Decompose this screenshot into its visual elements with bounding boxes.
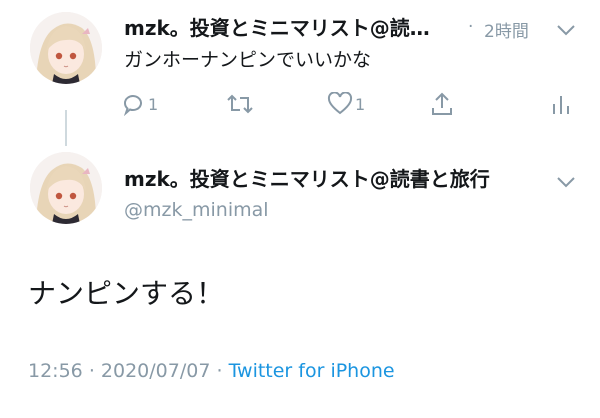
chevron-down-icon[interactable]: [556, 24, 576, 36]
analytics-icon: [553, 96, 569, 114]
tweet-time[interactable]: 12:56: [28, 360, 83, 382]
analytics-button[interactable]: [551, 92, 571, 116]
retweet-icon: [227, 94, 253, 114]
avatar-image: [30, 12, 102, 84]
avatar-image: [30, 152, 102, 224]
avatar[interactable]: [30, 12, 102, 84]
tweet-1-display-name[interactable]: mzk。投資とミニマリスト@読…: [124, 14, 430, 42]
tweet-1-separator: ·: [468, 17, 474, 37]
like-count: 1: [355, 94, 366, 114]
tweet-source-link[interactable]: Twitter for iPhone: [229, 360, 395, 382]
meta-separator: ·: [216, 360, 223, 382]
like-icon: [327, 92, 353, 115]
chevron-down-icon[interactable]: [556, 176, 576, 188]
share-icon: [432, 92, 452, 115]
reply-count: 1: [148, 94, 159, 114]
thread-connector-line: [65, 110, 67, 146]
tweet-2-handle[interactable]: @mzk_minimal: [124, 197, 269, 223]
tweet-2-text: ナンピンする！: [28, 277, 225, 310]
share-button[interactable]: [430, 91, 454, 117]
reply-icon: [123, 95, 142, 116]
tweet-1-text: ガンホーナンピンでいいかな: [124, 49, 372, 71]
meta-separator: ·: [88, 360, 95, 382]
reply-button[interactable]: 1: [122, 92, 158, 116]
tweet-date[interactable]: 2020/07/07: [101, 360, 211, 382]
tweet-2-display-name[interactable]: mzk。投資とミニマリスト@読書と旅行: [124, 165, 490, 193]
retweet-button[interactable]: [226, 92, 254, 116]
tweet-2-meta: 12:56 · 2020/07/07 · Twitter for iPhone: [28, 357, 395, 385]
avatar[interactable]: [30, 152, 102, 224]
tweet-1-time[interactable]: 2時間: [484, 17, 529, 42]
like-button[interactable]: 1: [327, 92, 365, 116]
